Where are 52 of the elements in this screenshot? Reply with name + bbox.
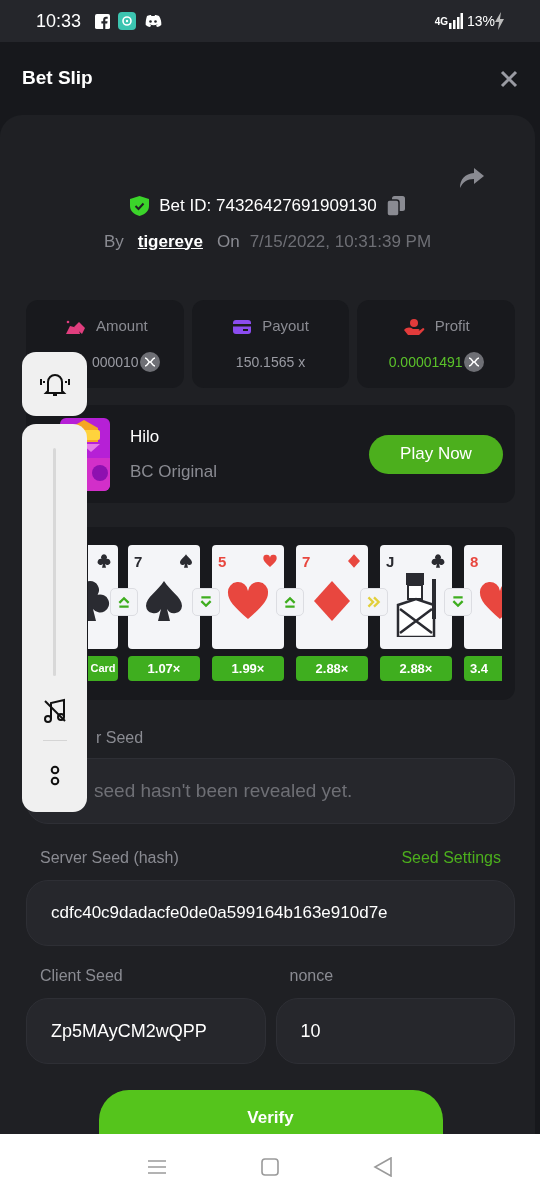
multiplier-tag: 3.4 <box>464 656 502 681</box>
multiplier-tag: 1.99× <box>212 656 284 681</box>
server-seed-hash-field[interactable]: cdfc40c9dadacfe0de0a599164b163e910d7e <box>26 880 515 946</box>
client-seed-field[interactable]: Zp5MAyCM2wQPP <box>26 998 266 1064</box>
stat-label: Payout <box>262 316 309 337</box>
multiplier-tag: 2.88× <box>380 656 452 681</box>
more-options-icon[interactable] <box>49 765 60 787</box>
multiplier-tag: 1.07× <box>128 656 200 681</box>
field-label: Client Seed <box>40 967 123 984</box>
nonce-field[interactable]: 10 <box>275 998 515 1064</box>
facebook-icon <box>95 13 111 29</box>
stat-value: 150.1565 x <box>235 352 306 372</box>
app-notification-icon <box>118 12 137 30</box>
card-rank: J <box>386 552 395 572</box>
discord-icon <box>144 14 163 28</box>
bet-date: 7/15/2022, 10:31:39 PM <box>249 230 432 253</box>
stat-value: 0.00001491 <box>388 352 463 372</box>
seed-settings-link[interactable]: Seed Settings <box>401 846 501 870</box>
home-icon[interactable] <box>261 1158 279 1176</box>
card-icon <box>232 318 253 335</box>
stat-label: Amount <box>95 316 148 337</box>
clock: 10:33 <box>36 9 82 33</box>
by-label: By <box>103 230 124 253</box>
game-provider: BC Original <box>130 461 217 483</box>
network-type: 4G <box>434 14 448 29</box>
sheet-title: Bet Slip <box>22 66 93 91</box>
charging-icon <box>495 12 504 30</box>
music-off-icon[interactable] <box>41 698 68 724</box>
battery-level: 13% <box>466 11 495 31</box>
field-label: nonce <box>289 967 334 984</box>
on-label: On <box>216 230 240 253</box>
field-label: Server Seed (hash) <box>40 848 179 868</box>
card-rank: 7 <box>302 552 311 572</box>
verified-shield-icon <box>130 195 150 216</box>
multiplier-tag: 2.88× <box>296 656 368 681</box>
copy-icon[interactable] <box>386 195 405 216</box>
card-rank: 8 <box>470 552 479 572</box>
card-rank: 7 <box>134 552 143 572</box>
game-title: Hilo <box>130 425 161 448</box>
username-link[interactable]: tigereye <box>137 228 203 254</box>
signal-icon <box>448 13 463 29</box>
stat-label: Profit <box>434 316 470 337</box>
back-icon[interactable] <box>373 1157 393 1177</box>
field-label: r Seed <box>96 729 144 746</box>
share-icon[interactable] <box>459 167 485 189</box>
multiplier-tag: Card <box>88 656 118 681</box>
card-rank: 5 <box>218 552 227 572</box>
bet-id: Bet ID: 74326427691909130 <box>159 195 377 217</box>
hand-coin-icon <box>402 317 425 336</box>
stat-value: 000010 <box>91 352 139 372</box>
close-icon[interactable] <box>500 69 518 88</box>
server-seed-field[interactable]: seed hasn't been revealed yet. <box>26 758 515 824</box>
